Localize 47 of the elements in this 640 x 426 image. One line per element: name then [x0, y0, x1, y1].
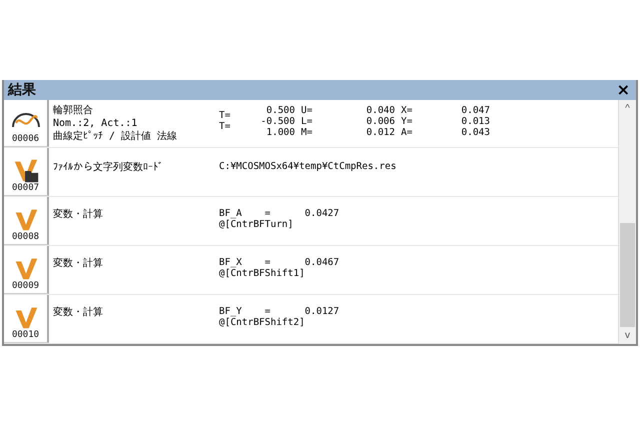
step-description: 輪郭照合	[53, 104, 94, 117]
step-number: 00008	[12, 232, 40, 242]
result-value: 0.006	[365, 116, 396, 127]
scroll-thumb[interactable]	[620, 223, 635, 327]
value-label: Y=	[401, 116, 414, 127]
result-row[interactable]: 00007 ﾌｧｲﾙから文字列変数ﾛｰﾄﾞ C:¥MCOSMOSx64¥temp¥CtCmpRes.res	[4, 148, 618, 197]
result-text: BF_X = 0.0467	[219, 257, 340, 268]
curve-icon	[12, 113, 40, 128]
result-value: 0.500	[265, 105, 296, 116]
close-button[interactable]: ×	[614, 81, 632, 99]
value-label: X=	[401, 105, 414, 116]
result-value: 0.040	[365, 105, 396, 116]
value-label: L=	[301, 116, 314, 127]
value-label: U=	[301, 105, 314, 116]
value-label: T=	[219, 110, 232, 121]
result-text: C:¥MCOSMOSx64¥temp¥CtCmpRes.res	[219, 161, 398, 172]
result-text: BF_A = 0.0427	[219, 208, 340, 219]
step-number: 00007	[12, 183, 40, 193]
result-value: 0.047	[460, 105, 491, 116]
result-value: 1.000	[265, 127, 296, 138]
result-row[interactable]: 00008 変数・計算 BF_A = 0.0427 @[CntrBFTurn]	[4, 197, 618, 246]
result-value: 0.012	[365, 127, 396, 138]
result-value: 0.043	[460, 127, 491, 138]
step-description: 変数・計算	[53, 208, 104, 221]
step-number: 00009	[12, 281, 40, 291]
result-value: -0.500	[260, 116, 296, 127]
step-number: 00006	[12, 134, 40, 144]
result-row[interactable]: 00006 輪郭照合 Nom.:2, Act.:1 曲線定ﾋﾟｯﾁ / 設計値 法線 T= T= 0.500 U= 0.040 X= 0.047 -0.500 L= 0.006 Y= 0.013 1.000 M= 0.012 A= 0.043	[4, 100, 618, 148]
result-text: @[CntrBFShift1]	[219, 268, 306, 279]
result-row[interactable]: 00010 変数・計算 BF_Y = 0.0127 @[CntrBFShift2]	[4, 295, 618, 344]
value-label: T=	[219, 121, 232, 132]
result-text: @[CntrBFShift2]	[219, 317, 306, 328]
result-row[interactable]: 00009 変数・計算 BF_X = 0.0467 @[CntrBFShift1]	[4, 246, 618, 295]
value-label: M=	[301, 127, 314, 138]
scroll-down-button[interactable]: v	[619, 327, 636, 344]
scroll-up-button[interactable]: ^	[619, 100, 636, 117]
step-number: 00010	[12, 330, 40, 340]
value-label: A=	[401, 127, 414, 138]
step-description: 曲線定ﾋﾟｯﾁ / 設計値 法線	[53, 130, 178, 143]
result-text: @[CntrBFTurn]	[219, 219, 294, 230]
step-description: 変数・計算	[53, 257, 104, 270]
panel-title: 結果	[8, 81, 36, 99]
step-description: 変数・計算	[53, 306, 104, 319]
step-description: ﾌｧｲﾙから文字列変数ﾛｰﾄﾞ	[53, 161, 164, 174]
step-description: Nom.:2, Act.:1	[53, 117, 138, 130]
result-text: BF_Y = 0.0127	[219, 306, 340, 317]
result-value: 0.013	[460, 116, 491, 127]
